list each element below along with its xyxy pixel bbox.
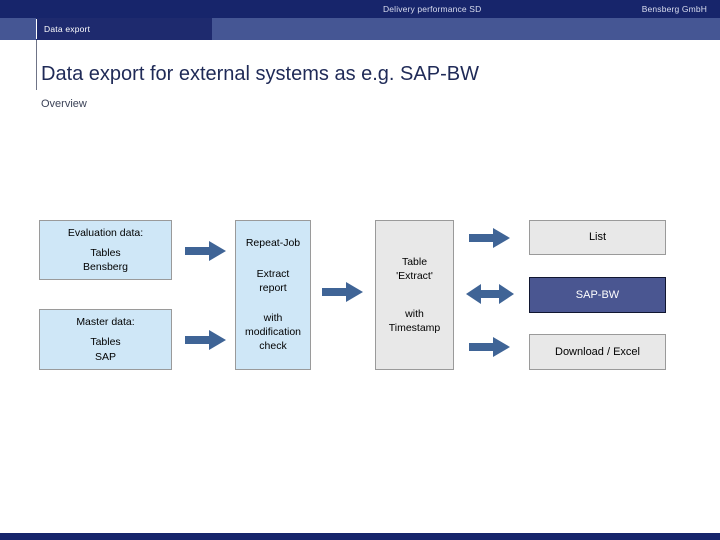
arrow-right-icon-evaluation-to-repeat [185, 240, 227, 262]
box-repeat-job[interactable]: Repeat-Job Extract report with modificat… [235, 220, 311, 370]
footer-band [0, 533, 720, 540]
box-download-excel[interactable]: Download / Excel [529, 334, 666, 370]
box-master-data[interactable]: Master data: Tables SAP [39, 309, 172, 370]
box-list-label: List [588, 231, 607, 244]
box-sap-bw[interactable]: SAP-BW [529, 277, 666, 313]
arrow-right-icon-repeat-to-extract [322, 281, 364, 303]
title-vertical-rule [36, 40, 37, 90]
box-repeat-job-line6: check [259, 340, 287, 353]
arrow-right-icon-extract-to-list [469, 227, 511, 249]
box-repeat-job-line4: with [263, 312, 283, 324]
box-evaluation-data-line3: Bensberg [83, 261, 128, 274]
page-subtitle: Overview [41, 98, 87, 110]
tab-data-export-label: Data export [44, 24, 91, 34]
slide-canvas: Delivery performance SD Bensberg GmbH Da… [0, 0, 720, 540]
box-repeat-job-line5: modification [244, 326, 302, 339]
page-title: Data export for external systems as e.g.… [41, 63, 479, 85]
box-sap-bw-label: SAP-BW [575, 288, 620, 301]
box-table-extract-line2: 'Extract' [396, 269, 433, 282]
arrow-bidirectional-icon-extract-to-sapbw [466, 283, 514, 305]
arrow-right-icon-master-to-repeat [185, 329, 227, 351]
box-list[interactable]: List [529, 220, 666, 255]
box-download-excel-label: Download / Excel [555, 345, 640, 358]
header-company-name: Bensberg GmbH [641, 4, 707, 14]
header-band [0, 0, 720, 18]
box-table-extract[interactable]: Table 'Extract' with Timestamp [375, 220, 454, 370]
arrow-right-icon-extract-to-download [469, 336, 511, 358]
box-table-extract-line3: with [405, 308, 424, 320]
box-evaluation-data[interactable]: Evaluation data: Tables Bensberg [39, 220, 172, 280]
box-master-data-line2: Tables [90, 336, 121, 349]
box-repeat-job-line1: Repeat-Job [245, 237, 301, 250]
header-center-title: Delivery performance SD [383, 4, 482, 14]
box-evaluation-data-line1: Evaluation data: [67, 226, 144, 239]
box-table-extract-line4: Timestamp [388, 322, 441, 335]
box-table-extract-line1: Table [401, 255, 428, 268]
box-repeat-job-line2: Extract [256, 267, 290, 280]
tab-left-divider [36, 19, 37, 39]
box-master-data-line1: Master data: [76, 316, 135, 329]
box-evaluation-data-line2: Tables [90, 246, 121, 259]
box-master-data-line3: SAP [94, 350, 116, 363]
box-repeat-job-line3: report [259, 281, 287, 294]
